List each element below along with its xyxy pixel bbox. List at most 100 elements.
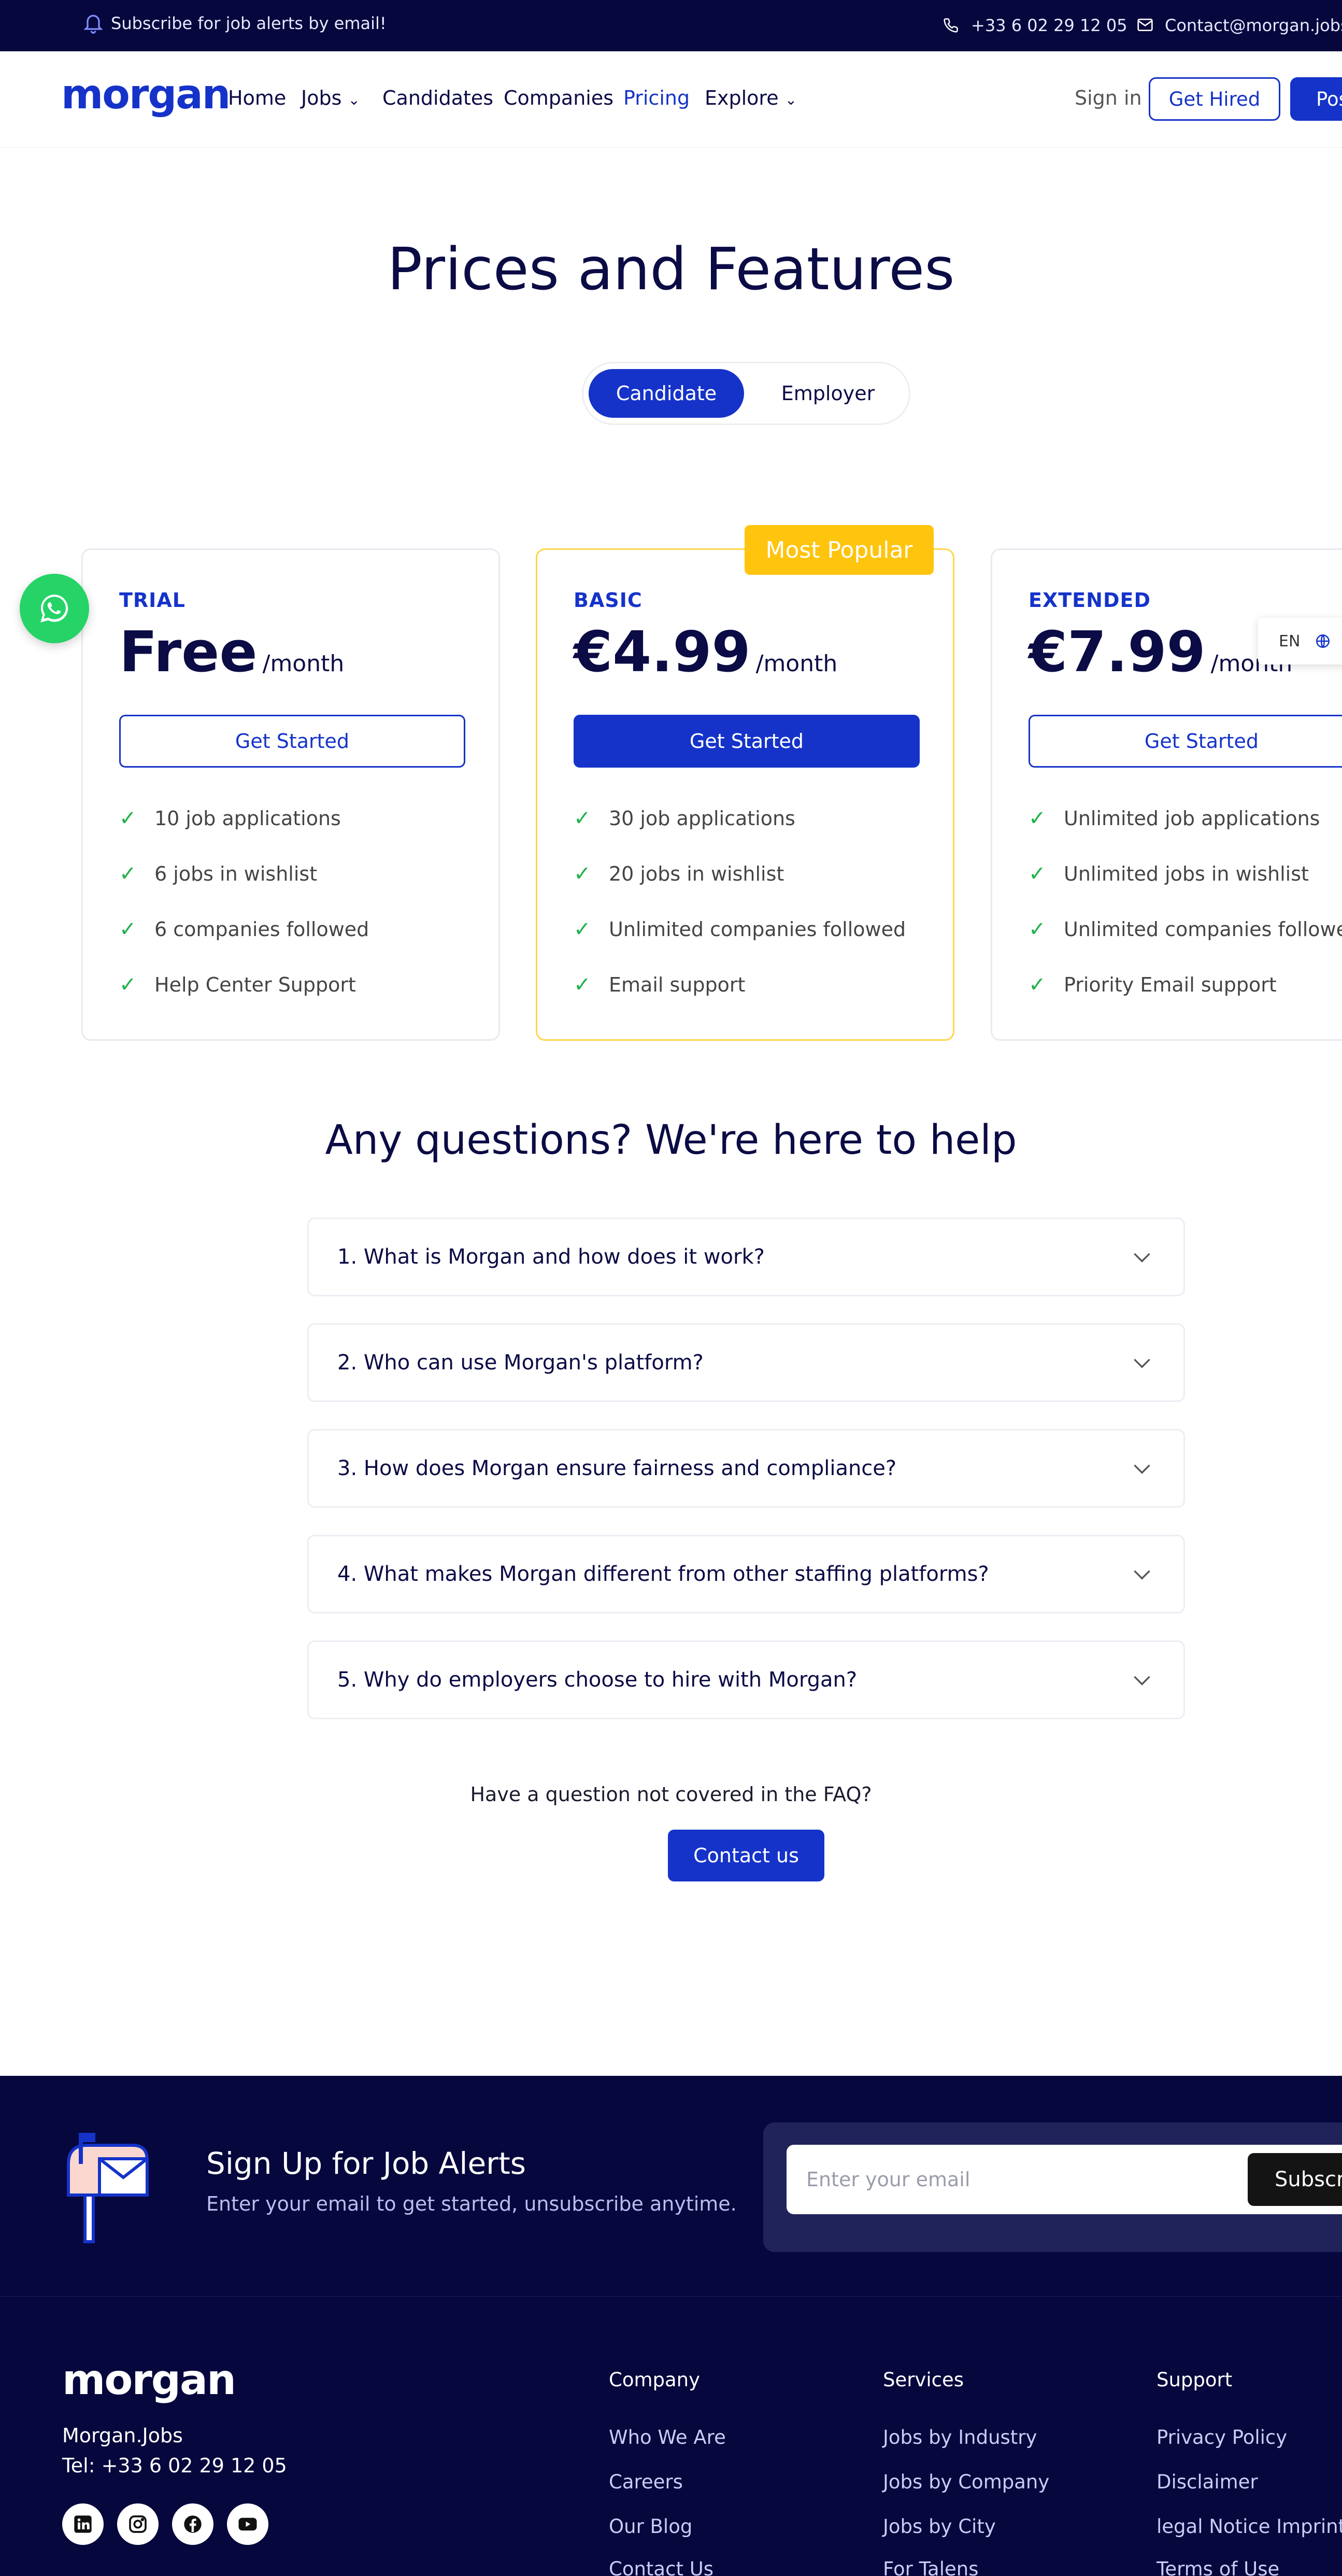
footer-link[interactable]: Jobs by Industry (883, 2426, 1037, 2448)
plan-feature-text: 6 companies followed (154, 918, 369, 941)
audience-toggle: Candidate Employer (582, 362, 910, 425)
plan-feature-text: Unlimited jobs in wishlist (1064, 862, 1309, 885)
instagram-icon (129, 2515, 147, 2533)
chevron-down-icon (1134, 1464, 1150, 1474)
get-started-button[interactable]: Get Started (119, 715, 465, 768)
check-icon: ✓ (574, 862, 591, 886)
sign-in-link[interactable]: Sign in (1075, 87, 1142, 109)
plan-tier: BASIC (574, 589, 643, 612)
toggle-employer[interactable]: Employer (751, 369, 905, 418)
plan-period: /month (262, 650, 345, 677)
subscribe-label: Subscribe (1275, 2168, 1342, 2191)
footer-link[interactable]: Careers (609, 2471, 683, 2493)
footer-link[interactable]: legal Notice Imprint (1157, 2515, 1342, 2538)
get-started-button[interactable]: Get Started (574, 715, 920, 768)
youtube-button[interactable] (227, 2503, 268, 2545)
footer-link[interactable]: Our Blog (609, 2515, 692, 2538)
plan-feature-text: Help Center Support (154, 973, 356, 996)
footer-link[interactable]: For Talens (883, 2558, 979, 2576)
plan-price-value: €7.99 (1029, 620, 1206, 685)
footer-link[interactable]: Jobs by Company (883, 2471, 1049, 2493)
footer-logo[interactable]: morgan (62, 2356, 236, 2404)
get-hired-button[interactable]: Get Hired (1149, 77, 1280, 121)
mail-icon (1137, 19, 1153, 31)
plan-feature: ✓ Help Center Support (119, 973, 356, 997)
footer-heading-support: Support (1157, 2369, 1233, 2391)
plan-price-value: Free (119, 620, 258, 685)
plan-price: €7.99/month (1029, 620, 1292, 685)
language-selector[interactable]: EN (1258, 618, 1342, 664)
contact-us-button[interactable]: Contact us (668, 1830, 824, 1881)
footer-link[interactable]: Who We Are (609, 2426, 726, 2448)
post-job-button[interactable]: Post a Job (1290, 77, 1342, 121)
faq-item[interactable]: 5. Why do employers choose to hire with … (307, 1640, 1185, 1719)
faq-question: 4. What makes Morgan different from othe… (337, 1562, 989, 1586)
chevron-down-icon: ⌄ (348, 91, 360, 108)
plan-feature-text: 10 job applications (154, 807, 341, 830)
top-bar: Subscribe for job alerts by email! +33 6… (0, 0, 1342, 51)
nav-home[interactable]: Home (228, 87, 286, 109)
nav-jobs[interactable]: Jobs ⌄ (301, 87, 360, 109)
footer-link[interactable]: Contact Us (609, 2558, 713, 2576)
plan-feature: ✓ 6 jobs in wishlist (119, 862, 317, 886)
whatsapp-button[interactable] (20, 574, 89, 643)
plan-period: /month (755, 650, 838, 677)
footer-link[interactable]: Terms of Use (1157, 2558, 1279, 2576)
facebook-button[interactable] (172, 2503, 213, 2545)
check-icon: ✓ (1029, 973, 1046, 997)
nav-companies[interactable]: Companies (504, 87, 613, 109)
plan-feature-text: 6 jobs in wishlist (154, 862, 318, 885)
plan-feature-text: Unlimited companies followed (609, 918, 906, 941)
footer-phone: Tel: +33 6 02 29 12 05 (62, 2454, 287, 2477)
check-icon: ✓ (119, 862, 137, 886)
faq-item[interactable]: 1. What is Morgan and how does it work? (307, 1218, 1185, 1296)
nav-explore-label: Explore (705, 87, 779, 109)
plan-tier: TRIAL (119, 589, 185, 612)
toggle-candidate[interactable]: Candidate (589, 369, 744, 418)
nav-explore[interactable]: Explore ⌄ (705, 87, 797, 109)
plan-feature: ✓ Unlimited job applications (1029, 806, 1320, 830)
footer-link[interactable]: Jobs by City (883, 2515, 996, 2538)
check-icon: ✓ (1029, 917, 1046, 941)
faq-item[interactable]: 4. What makes Morgan different from othe… (307, 1535, 1185, 1613)
footer-heading-services: Services (883, 2369, 964, 2391)
plan-feature-text: Priority Email support (1064, 973, 1277, 996)
check-icon: ✓ (119, 806, 137, 830)
bell-icon (83, 15, 103, 34)
phone-icon (944, 18, 958, 33)
check-icon: ✓ (119, 917, 137, 941)
phone-link[interactable]: +33 6 02 29 12 05 (971, 16, 1127, 35)
plan-feature: ✓ 20 jobs in wishlist (574, 862, 784, 886)
subscribe-link[interactable]: Subscribe for job alerts by email! (111, 13, 387, 33)
get-started-button[interactable]: Get Started (1029, 715, 1342, 768)
linkedin-button[interactable] (62, 2503, 104, 2545)
check-icon: ✓ (1029, 806, 1046, 830)
footer-link[interactable]: Disclaimer (1157, 2471, 1258, 2493)
check-icon: ✓ (1029, 862, 1046, 886)
instagram-button[interactable] (117, 2503, 159, 2545)
check-icon: ✓ (574, 973, 591, 997)
chevron-down-icon (1134, 1358, 1150, 1368)
globe-icon (1316, 634, 1330, 648)
email-link[interactable]: Contact@morgan.jobs (1165, 16, 1342, 35)
footer-heading-company: Company (609, 2369, 701, 2391)
linkedin-icon (74, 2515, 92, 2533)
plan-price: Free/month (119, 620, 344, 685)
plan-feature-text: Email support (609, 973, 746, 996)
youtube-icon (238, 2517, 257, 2531)
plan-feature: ✓ Email support (574, 973, 745, 997)
plan-feature: ✓ Unlimited companies followed (574, 917, 906, 941)
nav-candidates[interactable]: Candidates (382, 87, 493, 109)
plan-feature: ✓ Unlimited jobs in wishlist (1029, 862, 1309, 886)
newsletter-subtitle: Enter your email to get started, unsubsc… (206, 2192, 737, 2215)
logo[interactable]: morgan (61, 72, 231, 118)
faq-item[interactable]: 2. Who can use Morgan's platform? (307, 1323, 1185, 1402)
nav-pricing[interactable]: Pricing (623, 87, 690, 109)
faq-item[interactable]: 3. How does Morgan ensure fairness and c… (307, 1429, 1185, 1508)
subscribe-button[interactable]: Subscribe (1248, 2153, 1342, 2206)
nav-jobs-label: Jobs (301, 87, 342, 109)
faq-question: 2. Who can use Morgan's platform? (337, 1351, 704, 1375)
faq-question: 3. How does Morgan ensure fairness and c… (337, 1456, 897, 1480)
footer-link[interactable]: Privacy Policy (1157, 2426, 1287, 2448)
plan-feature-text: Unlimited job applications (1064, 807, 1320, 830)
